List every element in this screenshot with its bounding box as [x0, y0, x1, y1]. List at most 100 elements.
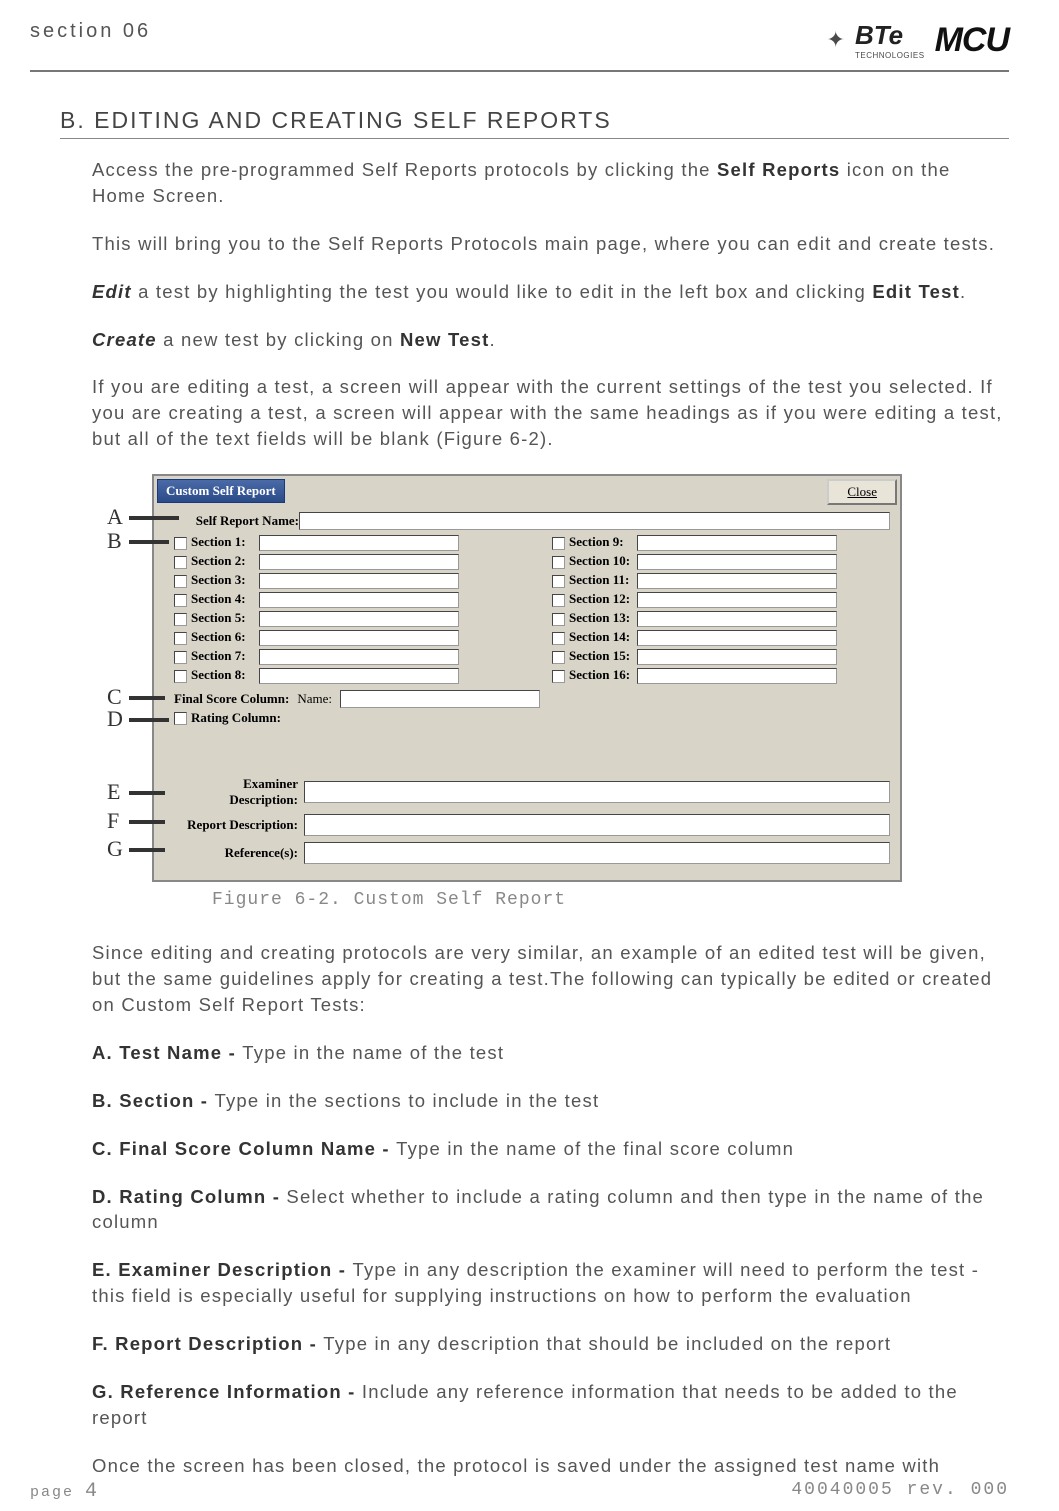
item-e: E. Examiner Description - Type in any de… [92, 1257, 1009, 1309]
report-description-label: Report Description: [174, 817, 304, 833]
section-row: Section 12: [552, 591, 890, 608]
section-checkbox[interactable] [174, 670, 187, 683]
references-input[interactable] [304, 842, 890, 864]
section-label: Section 5: [191, 610, 259, 626]
section-input[interactable] [259, 554, 459, 570]
callout-g: G [107, 836, 123, 862]
section-label: Section 2: [191, 553, 259, 569]
final-score-name-label: Name: [297, 691, 332, 707]
item-b: B. Section - Type in the sections to inc… [92, 1088, 1009, 1114]
page-footer: page 4 40040005 rev. 000 [30, 1480, 1009, 1503]
examiner-description-row: Examiner Description: [174, 776, 890, 808]
section-checkbox[interactable] [552, 613, 565, 626]
section-checkbox[interactable] [174, 632, 187, 645]
sections-grid: Section 1: Section 2: Section 3: Section 4:… [174, 532, 890, 690]
rating-column-checkbox[interactable] [174, 712, 187, 725]
section-input[interactable] [259, 592, 459, 608]
final-score-name-input[interactable] [340, 690, 540, 708]
callout-b: B [107, 528, 122, 554]
section-checkbox[interactable] [174, 575, 187, 588]
section-input[interactable] [259, 649, 459, 665]
section-input[interactable] [637, 611, 837, 627]
section-checkbox[interactable] [552, 594, 565, 607]
section-row: Section 10: [552, 553, 890, 570]
header-divider [30, 70, 1009, 72]
section-label: Section 7: [191, 648, 259, 664]
section-row: Section 3: [174, 572, 512, 589]
section-input[interactable] [637, 668, 837, 684]
section-input[interactable] [637, 649, 837, 665]
paragraph-5: If you are editing a test, a screen will… [92, 374, 1009, 452]
section-checkbox[interactable] [174, 556, 187, 569]
section-label: Section 8: [191, 667, 259, 683]
item-g: G. Reference Information - Include any r… [92, 1379, 1009, 1431]
section-label: Section 11: [569, 572, 637, 588]
examiner-description-label: Examiner Description: [174, 776, 304, 808]
page-number: page 4 [30, 1480, 99, 1503]
section-label: Section 13: [569, 610, 637, 626]
section-checkbox[interactable] [552, 556, 565, 569]
page-header: section 06 ✦ BTe TECHNOLOGIES MCU [30, 20, 1009, 60]
self-report-name-row: Self Report Name: [174, 512, 890, 530]
section-input[interactable] [637, 573, 837, 589]
section-row: Section 16: [552, 667, 890, 684]
section-label: Section 14: [569, 629, 637, 645]
callout-a: A [107, 504, 123, 530]
figure-caption: Figure 6-2. Custom Self Report [212, 890, 902, 910]
section-input[interactable] [259, 535, 459, 551]
section-label: Section 4: [191, 591, 259, 607]
section-label: Section 12: [569, 591, 637, 607]
section-checkbox[interactable] [174, 651, 187, 664]
references-label: Reference(s): [174, 845, 304, 861]
final-score-label: Final Score Column: [174, 691, 289, 707]
section-row: Section 7: [174, 648, 512, 665]
content: B. EDITING AND CREATING SELF REPORTS Acc… [30, 107, 1009, 1479]
section-label: Section 10: [569, 553, 637, 569]
section-input[interactable] [259, 611, 459, 627]
final-score-row: Final Score Column: Name: [174, 690, 890, 708]
callout-d: D [107, 706, 123, 732]
diamond-icon: ✦ [827, 27, 845, 53]
section-input[interactable] [637, 630, 837, 646]
body-text: Access the pre-programmed Self Reports p… [60, 157, 1009, 1479]
section-row: Section 1: [174, 534, 512, 551]
section-row: Section 8: [174, 667, 512, 684]
section-checkbox[interactable] [552, 670, 565, 683]
section-row: Section 2: [174, 553, 512, 570]
figure-6-2: A B C D E F G Custom Self Report Close S… [152, 474, 902, 910]
bte-logo: BTe TECHNOLOGIES [855, 20, 925, 60]
item-a: A. Test Name - Type in the name of the t… [92, 1040, 1009, 1066]
section-label: Section 15: [569, 648, 637, 664]
page-title: B. EDITING AND CREATING SELF REPORTS [60, 107, 1009, 139]
paragraph-1: Access the pre-programmed Self Reports p… [92, 157, 1009, 209]
section-input[interactable] [259, 630, 459, 646]
examiner-description-input[interactable] [304, 781, 890, 803]
section-input[interactable] [637, 535, 837, 551]
section-row: Section 9: [552, 534, 890, 551]
paragraph-2: This will bring you to the Self Reports … [92, 231, 1009, 257]
references-row: Reference(s): [174, 842, 890, 864]
item-c: C. Final Score Column Name - Type in the… [92, 1136, 1009, 1162]
callout-f: F [107, 808, 119, 834]
section-row: Section 5: [174, 610, 512, 627]
section-row: Section 13: [552, 610, 890, 627]
section-checkbox[interactable] [174, 594, 187, 607]
section-row: Section 15: [552, 648, 890, 665]
section-input[interactable] [637, 554, 837, 570]
report-description-input[interactable] [304, 814, 890, 836]
close-button[interactable]: Close [827, 479, 897, 505]
section-input[interactable] [259, 573, 459, 589]
section-checkbox[interactable] [552, 632, 565, 645]
section-checkbox[interactable] [552, 651, 565, 664]
self-report-name-input[interactable] [299, 512, 890, 530]
section-checkbox[interactable] [552, 575, 565, 588]
section-input[interactable] [259, 668, 459, 684]
item-d: D. Rating Column - Select whether to inc… [92, 1184, 1009, 1236]
section-checkbox[interactable] [174, 537, 187, 550]
paragraph-6: Since editing and creating protocols are… [92, 940, 1009, 1018]
logo-group: ✦ BTe TECHNOLOGIES MCU [827, 20, 1009, 60]
section-input[interactable] [637, 592, 837, 608]
section-label: section 06 [30, 20, 151, 43]
section-checkbox[interactable] [552, 537, 565, 550]
section-checkbox[interactable] [174, 613, 187, 626]
